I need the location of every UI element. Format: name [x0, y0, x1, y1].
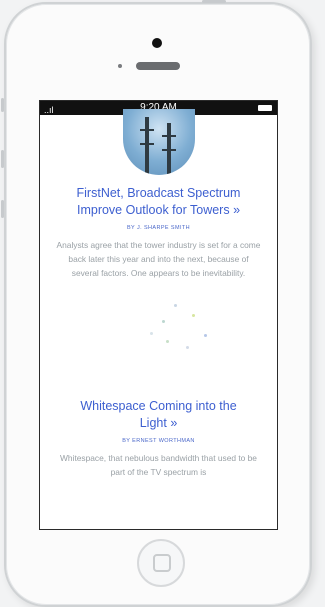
article-headline-link[interactable]: FirstNet, Broadcast Spectrum Improve Out… — [54, 185, 263, 219]
article-feed: FirstNet, Broadcast Spectrum Improve Out… — [40, 109, 277, 479]
article-byline: BY ERNEST WORTHMAN — [122, 438, 195, 444]
home-square-icon — [153, 554, 171, 572]
volume-up-button — [1, 150, 4, 168]
battery-icon — [258, 105, 272, 111]
article-headline-link[interactable]: Whitespace Coming into the Light » — [72, 398, 245, 432]
article-summary: Analysts agree that the tower industry i… — [56, 240, 261, 278]
volume-down-button — [1, 200, 4, 218]
article-byline: BY J. SHARPE SMITH — [126, 225, 191, 231]
loading-dot — [162, 320, 165, 323]
power-button — [202, 0, 226, 3]
camera-icon — [152, 38, 162, 48]
loading-dot — [204, 334, 207, 337]
sensor-dot — [118, 64, 122, 68]
phone-screen: ..ıl 9:20 AM FirstNet, Broadcast Spectru… — [39, 100, 278, 530]
loading-dot — [150, 332, 153, 335]
tower-graphic — [161, 123, 176, 175]
tower-graphic — [139, 117, 154, 175]
loading-dot — [186, 346, 189, 349]
phone-frame: ..ıl 9:20 AM FirstNet, Broadcast Spectru… — [1, 0, 312, 607]
loading-dot — [174, 304, 177, 307]
tower-thumbnail-image — [122, 109, 195, 175]
loading-dot — [166, 340, 169, 343]
loading-dot — [192, 314, 195, 317]
earpiece-speaker — [136, 62, 180, 70]
home-button[interactable] — [137, 539, 185, 587]
loading-indicator — [54, 294, 263, 368]
mute-switch — [1, 98, 4, 112]
article-summary: Whitespace, that nebulous bandwidth that… — [60, 453, 257, 477]
